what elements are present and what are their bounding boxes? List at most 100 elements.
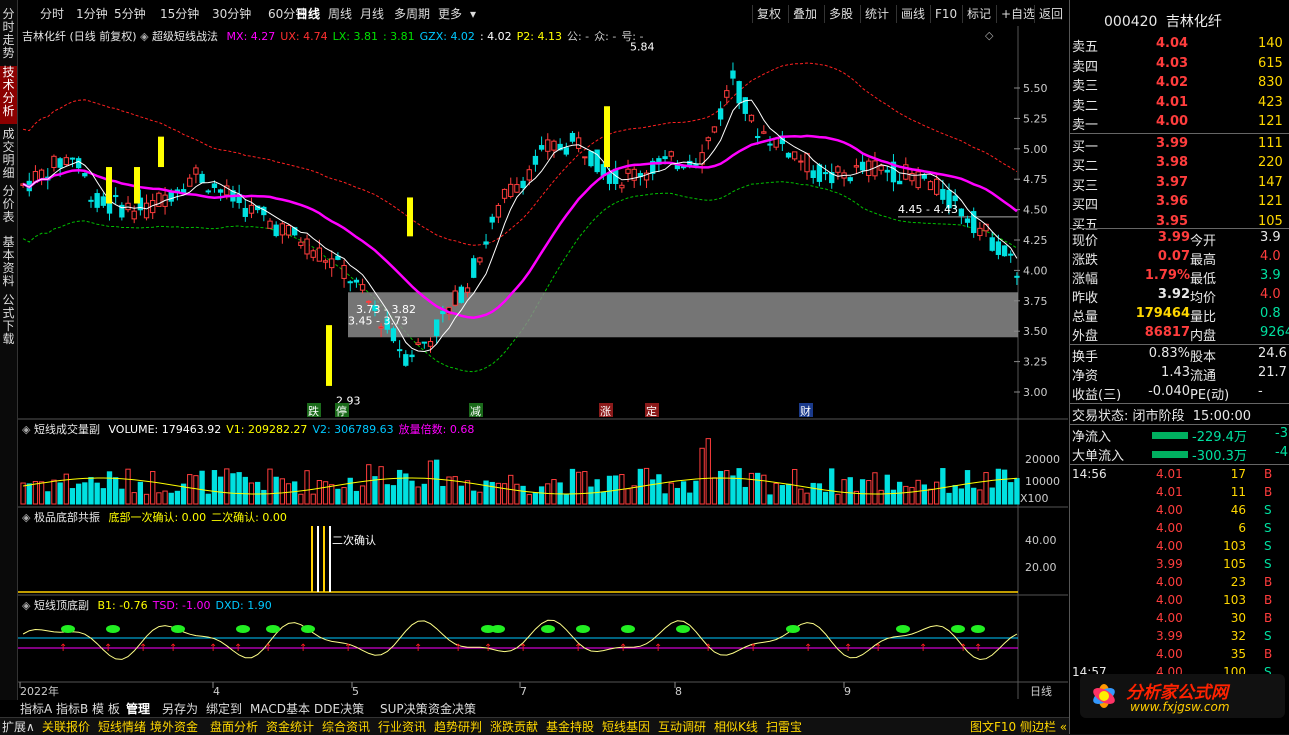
bottom-signal-arrow: ↑ [169,643,177,654]
volume-bar [977,489,983,505]
period-9[interactable]: 多周期 [394,5,430,23]
period-2[interactable]: 5分钟 [114,5,146,23]
toolbar-button-8[interactable]: 返回 [1034,5,1067,23]
function-tab-6[interactable]: 综合资讯 [322,718,370,735]
period-8[interactable]: 月线 [360,5,384,23]
indicator-tab-3[interactable]: 管理 [126,700,150,717]
period-10[interactable]: 更多 [438,5,462,23]
function-tab-9[interactable]: 涨跌贡献 [490,718,538,735]
stat-value: 3.99 [1157,230,1190,245]
bottom-title[interactable]: 极品底部共振 [34,511,100,524]
function-tab-2[interactable]: 短线情绪 [98,718,146,735]
event-marker[interactable]: 定 [646,404,657,418]
indicator-tab-2[interactable]: 模 板 [92,700,120,717]
bid-row[interactable]: 买三 3.97 147 [1070,175,1289,194]
toolbar-button-4[interactable]: 画线 [896,5,929,23]
toolbar-button-6[interactable]: 标记 [962,5,995,23]
indicator-tab-6[interactable]: MACD基本 [250,700,310,717]
osc-menu-icon[interactable]: ◈ [22,599,30,612]
trade-status-label: 交易状态: [1072,409,1129,424]
period-7[interactable]: 周线 [328,5,352,23]
left-tab-3[interactable]: 分价表 [0,185,17,233]
ask-row[interactable]: 卖二 4.01 423 [1070,95,1289,114]
event-marker[interactable]: 涨 [600,405,611,418]
ask-row[interactable]: 卖四 4.03 615 [1070,56,1289,75]
flow-extra: -4 [1275,445,1288,460]
osc-title[interactable]: 短线顶底副 [34,599,89,612]
function-tab-1[interactable]: 关联报价 [42,718,90,735]
left-tab-2[interactable]: 成交明细 [0,128,17,183]
function-tab-13[interactable]: 相似K线 [714,718,758,735]
indicator-tab-7[interactable]: DDE决策 [314,700,364,717]
function-tab-11[interactable]: 短线基因 [602,718,650,735]
left-tab-5[interactable]: 公式下载 [0,294,17,346]
top-signal [971,625,985,633]
ask-row[interactable]: 卖五 4.04 140 [1070,36,1289,55]
y-tick-label: 3.75 [1023,295,1048,308]
indicator-tab-8[interactable]: SUP决策 [380,700,428,717]
function-tab-8[interactable]: 趋势研判 [434,718,482,735]
function-tab-3[interactable]: 境外资金 [150,718,198,735]
volume-bar [489,481,495,505]
function-tab-5[interactable]: 资金统计 [266,718,314,735]
volume-menu-icon[interactable]: ◈ [22,423,30,436]
function-tab-7[interactable]: 行业资讯 [378,718,426,735]
period-3[interactable]: 15分钟 [160,5,199,23]
left-tab-1[interactable]: 技术分析 [0,66,17,124]
more-arrow-icon[interactable]: ▾ [470,5,476,23]
left-tab-0[interactable]: 分时走势 [0,8,17,64]
function-tab-14[interactable]: 扫雷宝 [766,718,802,735]
toolbar-button-0[interactable]: 复权 [752,5,785,23]
volume-bar [736,468,742,505]
toolbar-button-1[interactable]: 叠加 [788,5,821,23]
tick-volume: 17 [1230,467,1246,481]
function-tab-12[interactable]: 互动调研 [658,718,706,735]
volume-bar [952,485,958,505]
volume-bar [57,482,63,505]
bid-row[interactable]: 买四 3.96 121 [1070,194,1289,213]
ask-row[interactable]: 卖一 4.00 121 [1070,114,1289,133]
osc-title-row: ◈ 短线顶底副 B1: -0.76 TSD: -1.00 DXD: 1.90 [22,597,272,613]
left-tab-4[interactable]: 基本资料 [0,236,17,292]
toolbar-button-3[interactable]: 统计 [860,5,893,23]
function-tab-4[interactable]: 盘面分析 [210,718,258,735]
period-6[interactable]: 日线 [296,5,320,23]
flow-label: 净流入 [1072,430,1112,445]
indicator-tab-9[interactable]: 资金决策 [428,700,476,717]
bottom-signal-arrow: ↑ [454,643,462,654]
bottom-title-row: ◈ 极品底部共振 底部一次确认: 0.00 二次确认: 0.00 [22,509,287,525]
candle [582,156,588,159]
toolbar-button-5[interactable]: F10 [930,5,961,23]
indicator-tab-5[interactable]: 绑定到 [206,700,242,717]
event-marker[interactable]: 财 [800,404,811,418]
diamond-icon[interactable]: ◇ [985,29,994,42]
function-tab-0[interactable]: 扩展∧ [2,718,35,735]
bottom-menu-icon[interactable]: ◈ [22,511,30,524]
event-marker[interactable]: 减 [470,405,481,418]
volume-bar [501,483,508,505]
stat-value: 3.92 [1157,287,1190,302]
stat-label: 最低 [1190,272,1217,287]
volume-bar [668,482,674,505]
indicator-tab-0[interactable]: 指标A [20,700,52,717]
function-tab-10[interactable]: 基金持股 [546,718,594,735]
indicator-tab-4[interactable]: 另存为 [162,700,198,717]
period-1[interactable]: 1分钟 [76,5,108,23]
side-panel-toggle[interactable]: 图文F10 侧边栏 « [970,718,1067,735]
ask-row[interactable]: 卖三 4.02 830 [1070,75,1289,94]
bid-row[interactable]: 买一 3.99 111 [1070,136,1289,155]
candle [588,150,594,167]
toolbar-button-7[interactable]: +自选 [996,5,1039,23]
event-marker[interactable]: 跌 [308,404,319,418]
period-0[interactable]: 分时 [40,5,64,23]
indicator-name[interactable]: 超级短线战法 [152,30,218,43]
indicator-tab-1[interactable]: 指标B [56,700,88,717]
tick-side: S [1264,503,1272,517]
indicator-menu-icon[interactable]: ◈ [140,30,148,43]
event-marker[interactable]: 停 [336,404,347,418]
period-4[interactable]: 30分钟 [212,5,251,23]
volume-title[interactable]: 短线成交量副 [34,423,100,436]
confirm-annotation: 二次确认 [332,533,376,547]
toolbar-button-2[interactable]: 多股 [824,5,857,23]
bid-row[interactable]: 买二 3.98 220 [1070,155,1289,174]
